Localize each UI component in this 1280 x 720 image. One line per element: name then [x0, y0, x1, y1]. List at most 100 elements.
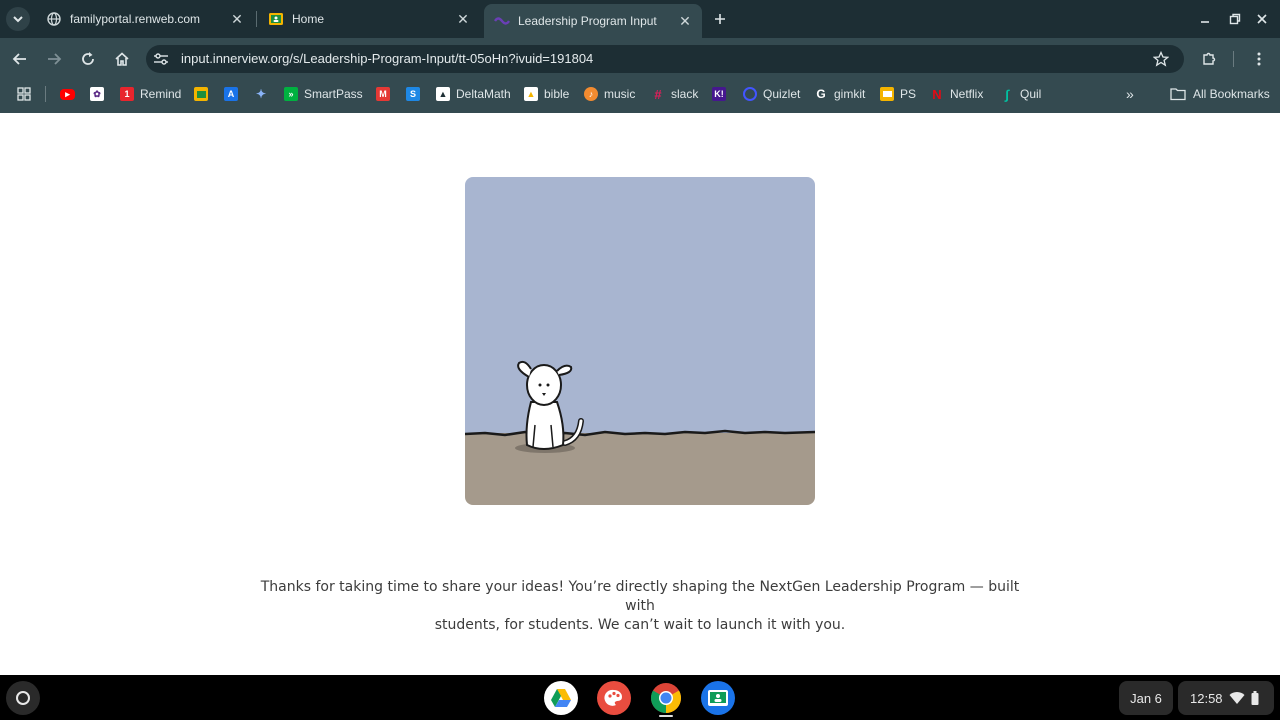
bookmark-youtube[interactable]: ▸: [60, 85, 81, 103]
close-icon[interactable]: ✕: [454, 10, 472, 28]
bookmark-label: PS: [900, 87, 917, 101]
status-tray[interactable]: 12:58: [1178, 681, 1274, 715]
kebab-menu-icon: [1257, 52, 1261, 66]
launcher-button[interactable]: [6, 681, 40, 715]
home-button[interactable]: [110, 47, 134, 71]
thank-you-line-1: Thanks for taking time to share your ide…: [260, 579, 1020, 614]
tab-title: familyportal.renweb.com: [70, 12, 201, 26]
bookmark-app-a[interactable]: A: [224, 85, 244, 103]
reload-button[interactable]: [76, 47, 100, 71]
bookmark-label: DeltaMath: [456, 87, 511, 101]
google-drive-icon: [551, 689, 571, 707]
chrome-icon: [650, 683, 682, 713]
puzzle-icon: [1203, 52, 1216, 65]
chevron-down-icon: [13, 16, 23, 23]
bookmark-music[interactable]: ♪ music: [584, 85, 635, 103]
bookmark-kahoot[interactable]: K!: [712, 85, 732, 103]
smartpass-icon: »: [284, 87, 298, 101]
restore-button[interactable]: [1225, 9, 1245, 29]
gimkit-icon: G: [816, 87, 826, 101]
close-icon[interactable]: ✕: [676, 12, 694, 30]
bookmark-s[interactable]: S: [406, 85, 426, 103]
forward-button[interactable]: [42, 47, 66, 71]
tab-search-button[interactable]: [6, 7, 30, 31]
slides-icon: [880, 87, 894, 101]
url-text[interactable]: input.innerview.org/s/Leadership-Program…: [181, 51, 593, 66]
close-icon: [1257, 14, 1267, 24]
all-bookmarks-button[interactable]: All Bookmarks: [1170, 85, 1270, 103]
m-icon: M: [376, 87, 390, 101]
extensions-button[interactable]: [1198, 48, 1220, 70]
bookmark-label: gimkit: [834, 87, 866, 101]
dog-head: [526, 364, 562, 406]
bookmarks-divider: [45, 86, 46, 102]
tab-divider: [256, 11, 257, 27]
os-shelf: [0, 675, 1280, 720]
bookmark-label: Netflix: [950, 87, 984, 101]
bookmark-label: Remind: [140, 87, 182, 101]
bookmarks-bar: [0, 80, 1280, 113]
bookmark-bible[interactable]: ▲ bible: [524, 85, 569, 103]
thank-you-message: Thanks for taking time to share your ide…: [260, 578, 1020, 635]
tab-title: Leadership Program Input: [518, 14, 657, 28]
s-icon: S: [406, 87, 420, 101]
google-classroom-icon: [708, 690, 728, 706]
innerview-icon: [494, 13, 510, 29]
site-info-icon[interactable]: [152, 50, 170, 68]
lumio-icon: ✿: [90, 87, 104, 101]
battery-icon: [1251, 691, 1259, 705]
classroom-icon: [194, 87, 208, 101]
new-tab-button[interactable]: [710, 9, 730, 29]
reload-icon: [82, 52, 94, 65]
shelf-app-classroom[interactable]: [701, 681, 735, 715]
arrow-left-icon: [12, 53, 26, 65]
bookmark-label: bible: [544, 87, 570, 101]
minimize-button[interactable]: [1195, 9, 1215, 29]
quill-icon: ∫: [1005, 86, 1009, 102]
sky: [465, 177, 815, 435]
tab-home[interactable]: Home ✕: [268, 5, 472, 33]
bookmark-remind[interactable]: 1 Remind: [120, 85, 181, 103]
folder-icon: [1170, 88, 1186, 101]
bookmark-bird[interactable]: ✦: [254, 85, 274, 103]
bookmark-quizlet[interactable]: Quizlet: [743, 85, 800, 103]
bookmark-m[interactable]: M: [376, 85, 396, 103]
google-classroom-icon: [268, 11, 284, 27]
bookmark-netflix[interactable]: N Netflix: [930, 85, 983, 103]
browser-menu-button[interactable]: [1248, 48, 1270, 70]
dog-illustration: [465, 177, 815, 505]
bookmark-slack[interactable]: # slack: [651, 85, 698, 103]
more-bookmarks-button[interactable]: »: [1126, 85, 1134, 103]
bookmark-star-icon[interactable]: [1152, 50, 1170, 68]
apps-grid-icon: [17, 87, 31, 101]
date-text: Jan 6: [1130, 690, 1162, 706]
minimize-icon: [1201, 21, 1209, 23]
tab-leadership-program-input[interactable]: Leadership Program Input ✕: [484, 4, 702, 38]
apps-shortcut[interactable]: [17, 85, 31, 103]
bookmark-label: SmartPass: [304, 87, 363, 101]
dog-eye-right: [546, 383, 550, 387]
bookmark-classroom[interactable]: [194, 85, 214, 103]
close-window-button[interactable]: [1252, 9, 1272, 29]
bookmark-quil[interactable]: ∫ Quil: [1000, 85, 1041, 103]
shelf-app-google-drive[interactable]: [544, 681, 578, 715]
close-icon[interactable]: ✕: [228, 10, 246, 28]
kahoot-icon: K!: [712, 87, 726, 101]
shelf-app-chrome[interactable]: [649, 681, 683, 715]
all-bookmarks-label: All Bookmarks: [1193, 87, 1270, 101]
bookmark-ps[interactable]: PS: [880, 85, 916, 103]
netflix-icon: N: [932, 86, 942, 102]
globe-icon: [46, 11, 62, 27]
shelf-app-paint[interactable]: [597, 681, 631, 715]
date-tray[interactable]: Jan 6: [1119, 681, 1173, 715]
bookmark-label: slack: [671, 87, 699, 101]
bookmark-gimkit[interactable]: G gimkit: [814, 85, 865, 103]
bookmark-label: Quizlet: [763, 87, 801, 101]
tab-familyportal[interactable]: familyportal.renweb.com ✕: [46, 5, 246, 33]
bookmark-deltamath[interactable]: ▲ DeltaMath: [436, 85, 511, 103]
dog-body: [525, 401, 565, 450]
bookmark-smartpass[interactable]: » SmartPass: [284, 85, 363, 103]
bookmark-lumio[interactable]: ✿: [90, 85, 110, 103]
back-button[interactable]: [8, 47, 32, 71]
bookmark-label: music: [604, 87, 636, 101]
